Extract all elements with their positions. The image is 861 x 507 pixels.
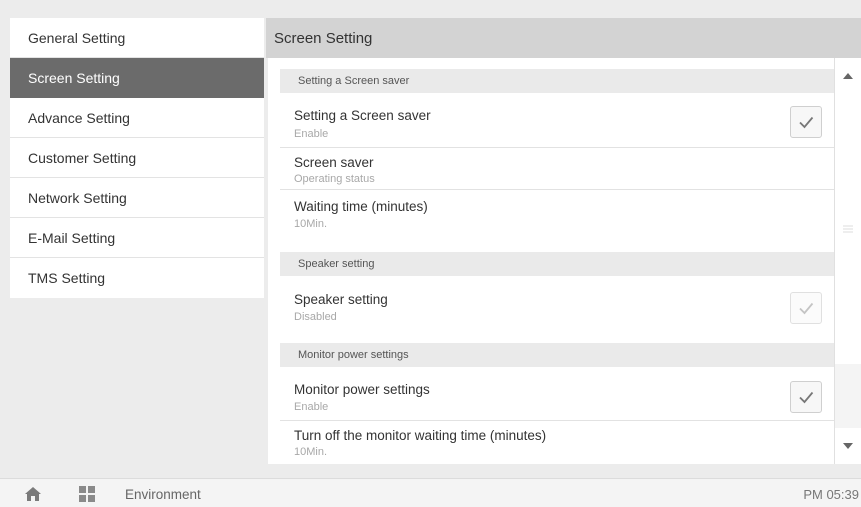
settings-content: Setting a Screen saver Setting a Screen … <box>268 58 834 464</box>
sidebar-item-advance-setting[interactable]: Advance Setting <box>10 98 264 138</box>
setting-title: Turn off the monitor waiting time (minut… <box>294 428 547 443</box>
setting-value: 10Min. <box>294 218 328 230</box>
speaker-checkbox[interactable] <box>790 292 822 324</box>
setting-title: Waiting time (minutes) <box>294 199 428 214</box>
monitor-power-checkbox[interactable] <box>790 381 822 413</box>
setting-status: Disabled <box>294 311 337 323</box>
sidebar-item-tms-setting[interactable]: TMS Setting <box>10 258 264 298</box>
setting-status: Operating status <box>294 173 375 185</box>
setting-row-monitor-power[interactable]: Monitor power settings Enable <box>280 370 834 421</box>
setting-title: Setting a Screen saver <box>294 108 431 123</box>
setting-status: Enable <box>294 401 329 413</box>
scroll-thumb[interactable] <box>835 94 861 364</box>
setting-title: Screen saver <box>294 155 374 170</box>
bottom-bar: Environment PM 05:39 <box>0 478 861 507</box>
section-header-screen-saver: Setting a Screen saver <box>280 69 834 93</box>
clock: PM 05:39 <box>803 487 859 502</box>
setting-row-speaker[interactable]: Speaker setting Disabled <box>280 280 834 336</box>
sidebar-item-email-setting[interactable]: E-Mail Setting <box>10 218 264 258</box>
setting-title: Monitor power settings <box>294 382 430 397</box>
checkmark-icon <box>799 116 814 129</box>
sidebar-item-network-setting[interactable]: Network Setting <box>10 178 264 218</box>
setting-row-screen-saver[interactable]: Setting a Screen saver Enable <box>280 98 834 148</box>
setting-status: Enable <box>294 128 329 140</box>
sidebar-item-general-setting[interactable]: General Setting <box>10 18 264 58</box>
setting-row-waiting-time[interactable]: Waiting time (minutes) 10Min. <box>280 190 834 238</box>
section-header-monitor-power: Monitor power settings <box>280 343 834 367</box>
scroll-up-button[interactable] <box>835 58 861 94</box>
sidebar-item-customer-setting[interactable]: Customer Setting <box>10 138 264 178</box>
setting-row-screen-saver-status[interactable]: Screen saver Operating status <box>280 148 834 190</box>
current-app-label: Environment <box>125 487 201 502</box>
section-header-speaker: Speaker setting <box>280 252 834 276</box>
sidebar-item-screen-setting[interactable]: Screen Setting <box>10 58 264 98</box>
arrow-down-icon <box>843 443 853 449</box>
apps-grid-icon[interactable] <box>79 486 95 502</box>
screen-saver-checkbox[interactable] <box>790 106 822 138</box>
setting-row-monitor-off-time[interactable]: Turn off the monitor waiting time (minut… <box>280 421 834 464</box>
checkmark-icon <box>799 302 814 315</box>
home-icon[interactable] <box>24 486 42 502</box>
page-title: Screen Setting <box>266 18 861 58</box>
settings-sidebar: General Setting Screen Setting Advance S… <box>10 18 264 298</box>
content-scrollbar[interactable] <box>834 58 861 464</box>
arrow-up-icon <box>843 73 853 79</box>
grip-icon <box>843 225 853 233</box>
checkmark-icon <box>799 391 814 404</box>
scroll-down-button[interactable] <box>835 428 861 464</box>
setting-title: Speaker setting <box>294 292 388 307</box>
setting-value: 10Min. <box>294 446 328 458</box>
